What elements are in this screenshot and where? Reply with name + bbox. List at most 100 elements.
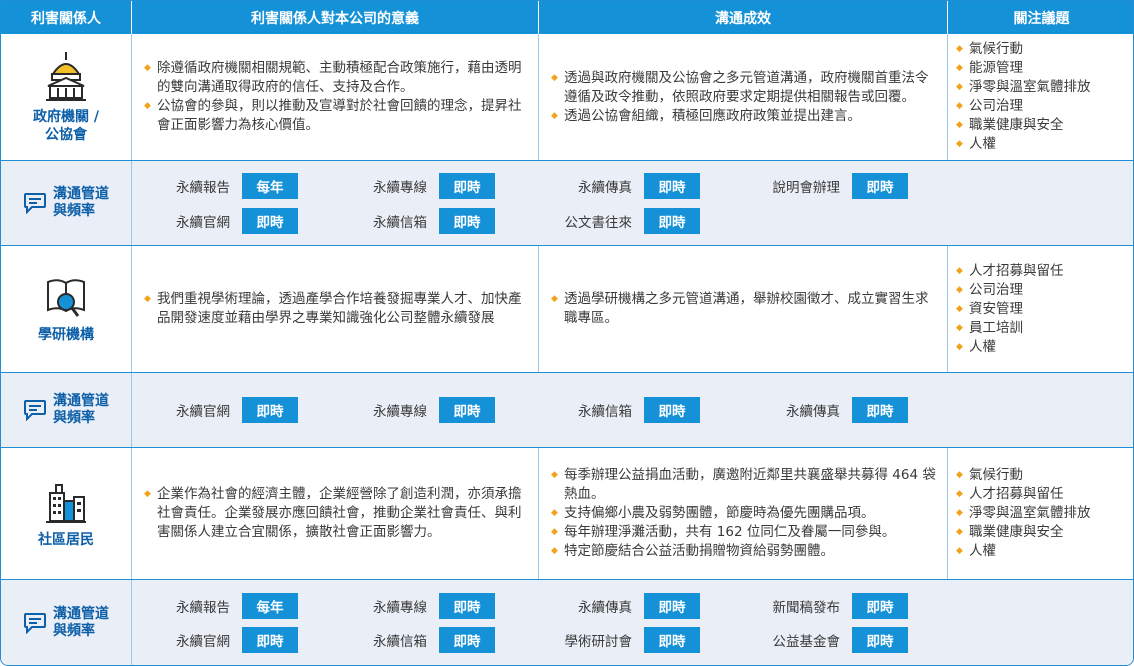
effect-item: 透過與政府機關及公協會之多元管道溝通，政府機關首重法令遵循及政令推動，依照政府要…	[551, 69, 937, 107]
issue-item: 人才招募與留任	[956, 485, 1129, 504]
channel-name: 永續專線	[373, 404, 427, 420]
issues-cell: 氣候行動 人才招募與留任 淨零與溫室氣體排放 職業健康與安全 人權	[948, 448, 1133, 579]
channel-name: 新聞稿發布	[772, 600, 841, 616]
channels-academia: 溝通管道 與頻率 永續官網 即時 永續專線 即時 永續信箱 即時 永續傳真 即時	[1, 373, 1133, 448]
effect-item: 每季辦理公益捐血活動，廣邀附近鄰里共襄盛舉共募得 464 袋熱血。	[551, 466, 937, 504]
issue-item: 人權	[956, 135, 1129, 154]
stakeholder-academia: 學研機構	[1, 246, 132, 372]
channel-frequency: 即時	[852, 593, 908, 619]
issues-cell: 氣候行動 能源管理 淨零與溫室氣體排放 公司治理 職業健康與安全 人權	[948, 34, 1133, 160]
effects-cell: 透過與政府機關及公協會之多元管道溝通，政府機關首重法令遵循及政令推動，依照政府要…	[539, 34, 948, 160]
research-book-icon	[47, 279, 85, 317]
channel-item: 公益基金會 即時	[742, 627, 908, 653]
effects-cell: 透過學研機構之多元管道溝通，舉辦校園徵才、成立實習生求職專區。	[539, 246, 948, 372]
meaning-item: 除遵循政府機關相關規範、主動積極配合政策施行，藉由透明的雙向溝通取得政府的信任、…	[144, 59, 528, 97]
channel-item: 永續傳真 即時	[534, 173, 700, 199]
channel-name: 永續信箱	[578, 404, 632, 420]
header-effects: 溝通成效	[539, 1, 948, 34]
channel-name: 公文書往來	[564, 215, 633, 231]
header-issues: 關注議題	[1013, 10, 1070, 27]
channel-frequency: 即時	[439, 208, 495, 234]
channel-frequency: 即時	[439, 593, 495, 619]
channel-item: 永續專線 即時	[329, 593, 495, 619]
stakeholder-name: 政府機關 / 公協會	[33, 109, 99, 143]
issue-item: 氣候行動	[956, 466, 1129, 485]
header-stakeholder: 利害關係人	[1, 1, 132, 34]
channel-name: 永續官網	[176, 215, 230, 231]
channel-name: 永續傳真	[786, 404, 840, 420]
channel-frequency: 即時	[644, 397, 700, 423]
issue-item: 淨零與溫室氣體排放	[956, 78, 1129, 97]
government-building-icon	[46, 52, 86, 101]
channel-frequency: 即時	[852, 627, 908, 653]
channel-frequency: 即時	[439, 397, 495, 423]
channel-label: 溝通管道 與頻率	[1, 161, 132, 245]
stakeholder-government: 政府機關 / 公協會	[1, 34, 132, 160]
channel-item: 學術研討會 即時	[534, 627, 700, 653]
issue-item: 員工培訓	[956, 319, 1129, 338]
channel-frequency: 即時	[439, 627, 495, 653]
community-buildings-icon	[46, 483, 86, 523]
issue-item: 氣候行動	[956, 40, 1129, 59]
meaning-cell: 除遵循政府機關相關規範、主動積極配合政策施行，藉由透明的雙向溝通取得政府的信任、…	[132, 34, 539, 160]
section-community: 社區居民 企業作為社會的經濟主體，企業經營除了創造利潤，亦須承擔社會責任。企業發…	[1, 448, 1133, 580]
channel-frequency: 即時	[852, 397, 908, 423]
channel-label: 溝通管道 與頻率	[1, 580, 132, 665]
channel-frequency: 每年	[242, 173, 298, 199]
channel-item: 永續信箱 即時	[329, 208, 495, 234]
channel-name: 永續報告	[176, 180, 230, 196]
channel-item: 新聞稿發布 即時	[742, 593, 908, 619]
channel-item: 永續專線 即時	[329, 173, 495, 199]
meaning-item: 公協會的參與，則以推動及宣導對於社會回饋的理念，提昇社會正面影響力為核心價值。	[144, 97, 528, 135]
channel-frequency: 即時	[644, 593, 700, 619]
channels-government: 溝通管道 與頻率 永續報告 每年 永續專線 即時 永續傳真 即時 說明會辦理 即時 永續…	[1, 161, 1133, 246]
channel-label: 溝通管道 與頻率	[1, 373, 132, 447]
issue-item: 能源管理	[956, 59, 1129, 78]
channel-name: 永續專線	[373, 180, 427, 196]
channel-name: 永續報告	[176, 600, 230, 616]
chat-bubble-icon	[24, 193, 46, 214]
channel-name: 永續專線	[373, 600, 427, 616]
channel-frequency: 即時	[242, 208, 298, 234]
meaning-item: 企業作為社會的經濟主體，企業經營除了創造利潤，亦須承擔社會責任。企業發展亦應回饋…	[144, 485, 528, 542]
channel-item: 永續專線 即時	[329, 397, 495, 423]
effect-item: 每年辦理淨灘活動，共有 162 位同仁及眷屬一同參與。	[551, 523, 937, 542]
issue-item: 淨零與溫室氣體排放	[956, 504, 1129, 523]
channel-name: 公益基金會	[772, 634, 841, 650]
channel-name: 永續信箱	[373, 634, 427, 650]
channel-name: 永續官網	[176, 404, 230, 420]
stakeholder-name: 學研機構	[38, 327, 94, 343]
chat-bubble-icon	[24, 613, 46, 634]
channel-item: 公文書往來 即時	[534, 208, 700, 234]
effect-item: 透過學研機構之多元管道溝通，舉辦校園徵才、成立實習生求職專區。	[551, 290, 937, 328]
issues-cell: 人才招募與留任 公司治理 資安管理 員工培訓 人權	[948, 246, 1133, 372]
channel-item: 永續傳真 即時	[534, 593, 700, 619]
stakeholder-name: 社區居民	[38, 531, 94, 548]
channel-item: 說明會辦理 即時	[742, 173, 908, 199]
table-header: 利害關係人 利害關係人對本公司的意義 溝通成效 關注議題	[1, 1, 1133, 34]
channel-frequency: 即時	[852, 173, 908, 199]
channel-frequency: 即時	[439, 173, 495, 199]
issue-item: 公司治理	[956, 281, 1129, 300]
effects-cell: 每季辦理公益捐血活動，廣邀附近鄰里共襄盛舉共募得 464 袋熱血。 支持偏鄉小農…	[539, 448, 948, 579]
issue-item: 人才招募與留任	[956, 262, 1129, 281]
effect-item: 透過公協會組織，積極回應政府政策並提出建言。	[551, 107, 937, 126]
channel-frequency: 即時	[242, 397, 298, 423]
channel-item: 永續報告 每年	[132, 593, 298, 619]
section-government: 政府機關 / 公協會 除遵循政府機關相關規範、主動積極配合政策施行，藉由透明的雙…	[1, 34, 1133, 161]
issue-item: 資安管理	[956, 300, 1129, 319]
channel-item: 永續官網 即時	[132, 208, 298, 234]
issue-item: 人權	[956, 338, 1129, 357]
channel-name: 永續信箱	[373, 215, 427, 231]
channel-list: 永續報告 每年 永續專線 即時 永續傳真 即時 說明會辦理 即時 永續官網 即時 永續信箱…	[132, 161, 1133, 245]
channel-item: 永續官網 即時	[132, 397, 298, 423]
channel-name: 永續傳真	[578, 600, 632, 616]
stakeholder-community: 社區居民	[1, 448, 132, 579]
meaning-item: 我們重視學術理論，透過產學合作培養發掘專業人才、加快產品開發速度並藉由學界之專業…	[144, 290, 528, 328]
effect-item: 特定節慶結合公益活動捐贈物資給弱勢團體。	[551, 542, 937, 561]
channel-frequency: 即時	[644, 173, 700, 199]
issue-item: 職業健康與安全	[956, 116, 1129, 135]
issue-item: 公司治理	[956, 97, 1129, 116]
stakeholder-table: 利害關係人 利害關係人對本公司的意義 溝通成效 關注議題 政府機關 / 公協會 …	[0, 0, 1134, 666]
effect-item: 支持偏鄉小農及弱勢團體，節慶時為優先團購品項。	[551, 504, 937, 523]
